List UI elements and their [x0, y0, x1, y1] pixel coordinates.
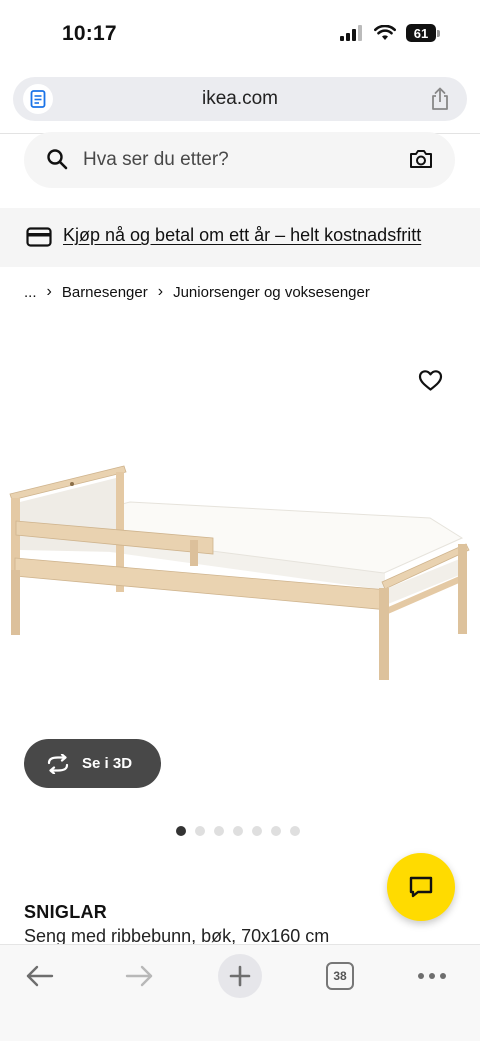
camera-icon[interactable]	[409, 148, 433, 170]
product-type: Seng med ribbebunn, bøk,	[24, 926, 237, 946]
breadcrumb: ... › Barnesenger › Juniorsenger og voks…	[24, 283, 370, 301]
carousel-dot[interactable]	[233, 826, 243, 836]
arrow-left-icon	[26, 965, 54, 987]
plus-icon	[229, 965, 251, 987]
promo-link[interactable]: Kjøp nå og betal om ett år – helt kostna…	[63, 225, 421, 246]
signal-icon	[340, 25, 362, 41]
product-name: SNIGLAR	[24, 902, 108, 922]
search-icon	[47, 149, 68, 170]
carousel-dot[interactable]	[214, 826, 224, 836]
tabs-button[interactable]: 38	[325, 959, 355, 993]
wifi-icon	[374, 25, 396, 40]
product-size: 70x160 cm	[241, 926, 330, 946]
more-button[interactable]	[412, 959, 452, 993]
new-tab-button[interactable]	[218, 954, 262, 998]
view-in-3d-label: Se i 3D	[82, 755, 133, 772]
status-icons: 61	[340, 24, 440, 42]
more-dots-icon	[418, 973, 446, 979]
carousel-dot[interactable]	[271, 826, 281, 836]
status-time: 10:17	[62, 22, 117, 45]
search-input[interactable]: Hva ser du etter?	[24, 132, 455, 188]
rotate-3d-icon	[47, 753, 69, 774]
chat-icon	[409, 876, 433, 898]
breadcrumb-item-juniorsenger[interactable]: Juniorsenger og voksesenger	[173, 284, 370, 301]
share-icon[interactable]	[429, 87, 451, 111]
heart-icon[interactable]	[418, 369, 443, 392]
back-button[interactable]	[20, 959, 60, 993]
tab-count: 38	[326, 962, 354, 990]
view-in-3d-button[interactable]: Se i 3D	[24, 739, 161, 788]
carousel-dots	[176, 826, 300, 836]
forward-button[interactable]	[119, 959, 159, 993]
promo-banner[interactable]: Kjøp nå og betal om ett år – helt kostna…	[0, 208, 480, 267]
credit-card-icon	[26, 227, 52, 247]
breadcrumb-ellipsis[interactable]: ...	[24, 284, 37, 301]
battery-level: 61	[406, 24, 436, 42]
breadcrumb-item-barnesenger[interactable]: Barnesenger	[62, 284, 148, 301]
search-placeholder[interactable]: Hva ser du etter?	[83, 149, 229, 171]
address-bar[interactable]: ikea.com	[13, 77, 467, 121]
carousel-dot[interactable]	[290, 826, 300, 836]
battery-icon: 61	[406, 24, 440, 42]
url-text[interactable]: ikea.com	[13, 88, 467, 110]
browser-toolbar: 38	[0, 944, 480, 1041]
chat-button[interactable]	[387, 853, 455, 921]
arrow-right-icon	[125, 965, 153, 987]
product-image[interactable]	[0, 440, 480, 740]
carousel-dot[interactable]	[252, 826, 262, 836]
carousel-dot[interactable]	[176, 826, 186, 836]
carousel-dot[interactable]	[195, 826, 205, 836]
breadcrumb-separator: ›	[157, 283, 164, 300]
breadcrumb-separator: ›	[46, 283, 52, 300]
status-bar: 10:17 61	[0, 0, 480, 72]
